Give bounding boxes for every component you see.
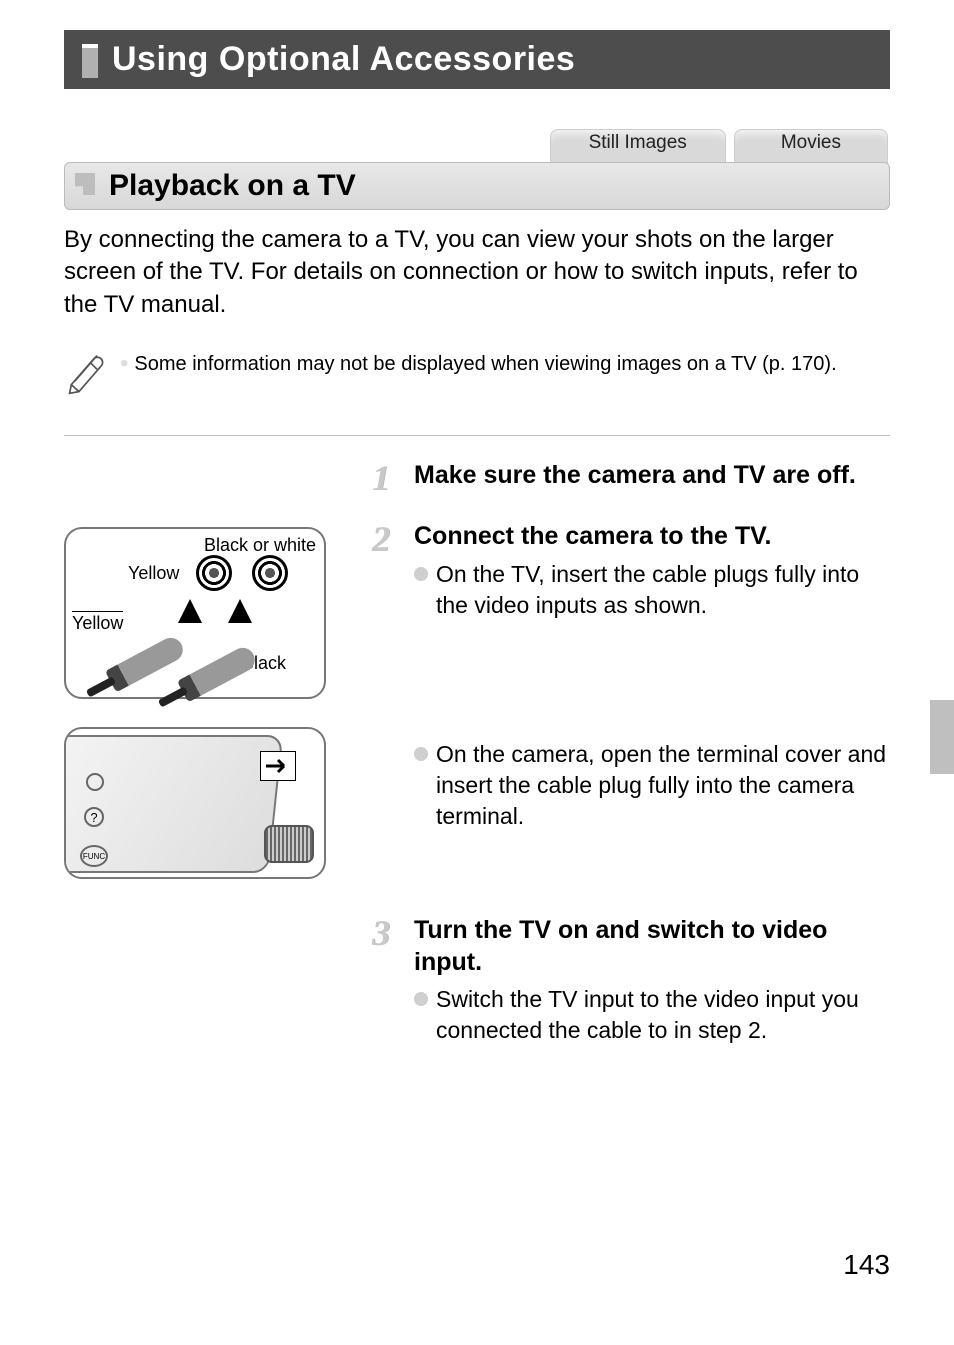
side-thumb-tab xyxy=(930,700,954,774)
bullet-icon xyxy=(414,747,428,761)
chapter-header: Using Optional Accessories xyxy=(64,30,890,89)
step-content: 3 Turn the TV on and switch to video inp… xyxy=(372,915,890,1046)
figure-camera-terminal: ? FUNC xyxy=(64,727,326,879)
note-text: • Some information may not be displayed w… xyxy=(120,347,837,379)
step-figure-slot: Black or white Yellow Yellow Black xyxy=(64,521,348,879)
step-title: Make sure the camera and TV are off. xyxy=(414,460,890,491)
figure-label: Yellow xyxy=(128,563,179,584)
bullet-icon xyxy=(414,567,428,581)
step: Black or white Yellow Yellow Black xyxy=(64,521,890,879)
figure-label: Black or white xyxy=(204,535,316,556)
step-title: Connect the camera to the TV. xyxy=(414,521,890,552)
page-number: 143 xyxy=(843,1249,890,1281)
figure-label: Yellow xyxy=(72,611,123,634)
bullet-icon: • xyxy=(120,350,128,377)
bullet-text: On the TV, insert the cable plugs fully … xyxy=(436,559,890,621)
tab-label: Still Images xyxy=(589,132,687,153)
tab-label: Movies xyxy=(781,132,841,153)
rca-jack-icon xyxy=(196,555,232,591)
note-block: • Some information may not be displayed w… xyxy=(64,347,890,395)
rca-plug-icon xyxy=(105,634,187,693)
bullet-text: Switch the TV input to the video input y… xyxy=(436,984,890,1046)
rca-jack-icon xyxy=(252,555,288,591)
step-bullet: On the TV, insert the cable plugs fully … xyxy=(414,559,890,621)
steps-container: 1 Make sure the camera and TV are off. B… xyxy=(64,460,890,1046)
step-body: Turn the TV on and switch to video input… xyxy=(414,915,890,1046)
note-content: Some information may not be displayed wh… xyxy=(134,353,836,375)
intro-text: By connecting the camera to a TV, you ca… xyxy=(64,224,890,321)
step-title: Turn the TV on and switch to video input… xyxy=(414,915,890,978)
cable-plug-icon xyxy=(264,825,314,863)
chapter-title: Using Optional Accessories xyxy=(112,40,575,78)
divider xyxy=(64,435,890,436)
bullet-icon xyxy=(414,992,428,1006)
manual-page: Using Optional Accessories Still Images … xyxy=(0,0,954,1345)
insert-arrow-icon xyxy=(260,751,296,781)
arrow-up-icon xyxy=(178,599,202,623)
section-title: Playback on a TV xyxy=(109,169,356,202)
pencil-icon xyxy=(64,347,106,395)
arrow-up-icon xyxy=(228,599,252,623)
tab-still-images: Still Images xyxy=(550,129,726,163)
section-heading: Playback on a TV xyxy=(64,162,890,210)
step-body: Make sure the camera and TV are off. xyxy=(414,460,890,497)
step-number: 1 xyxy=(372,460,406,497)
step-content: 1 Make sure the camera and TV are off. xyxy=(372,460,890,497)
step-bullet: Switch the TV input to the video input y… xyxy=(414,984,890,1046)
step-figure-slot xyxy=(64,915,348,925)
step: 3 Turn the TV on and switch to video inp… xyxy=(64,915,890,1046)
step-number: 3 xyxy=(372,915,406,1046)
step: 1 Make sure the camera and TV are off. xyxy=(64,460,890,497)
bullet-text: On the camera, open the terminal cover a… xyxy=(436,739,890,832)
step-content: 2 Connect the camera to the TV. On the T… xyxy=(372,521,890,831)
step-figure-slot xyxy=(64,460,348,470)
mode-tabs: Still Images Movies xyxy=(64,129,890,163)
figure-av-cable-tv: Black or white Yellow Yellow Black xyxy=(64,527,326,699)
step-body: Connect the camera to the TV. On the TV,… xyxy=(414,521,890,831)
tab-movies: Movies xyxy=(734,129,888,163)
step-bullet: On the camera, open the terminal cover a… xyxy=(414,739,890,832)
step-number: 2 xyxy=(372,521,406,831)
